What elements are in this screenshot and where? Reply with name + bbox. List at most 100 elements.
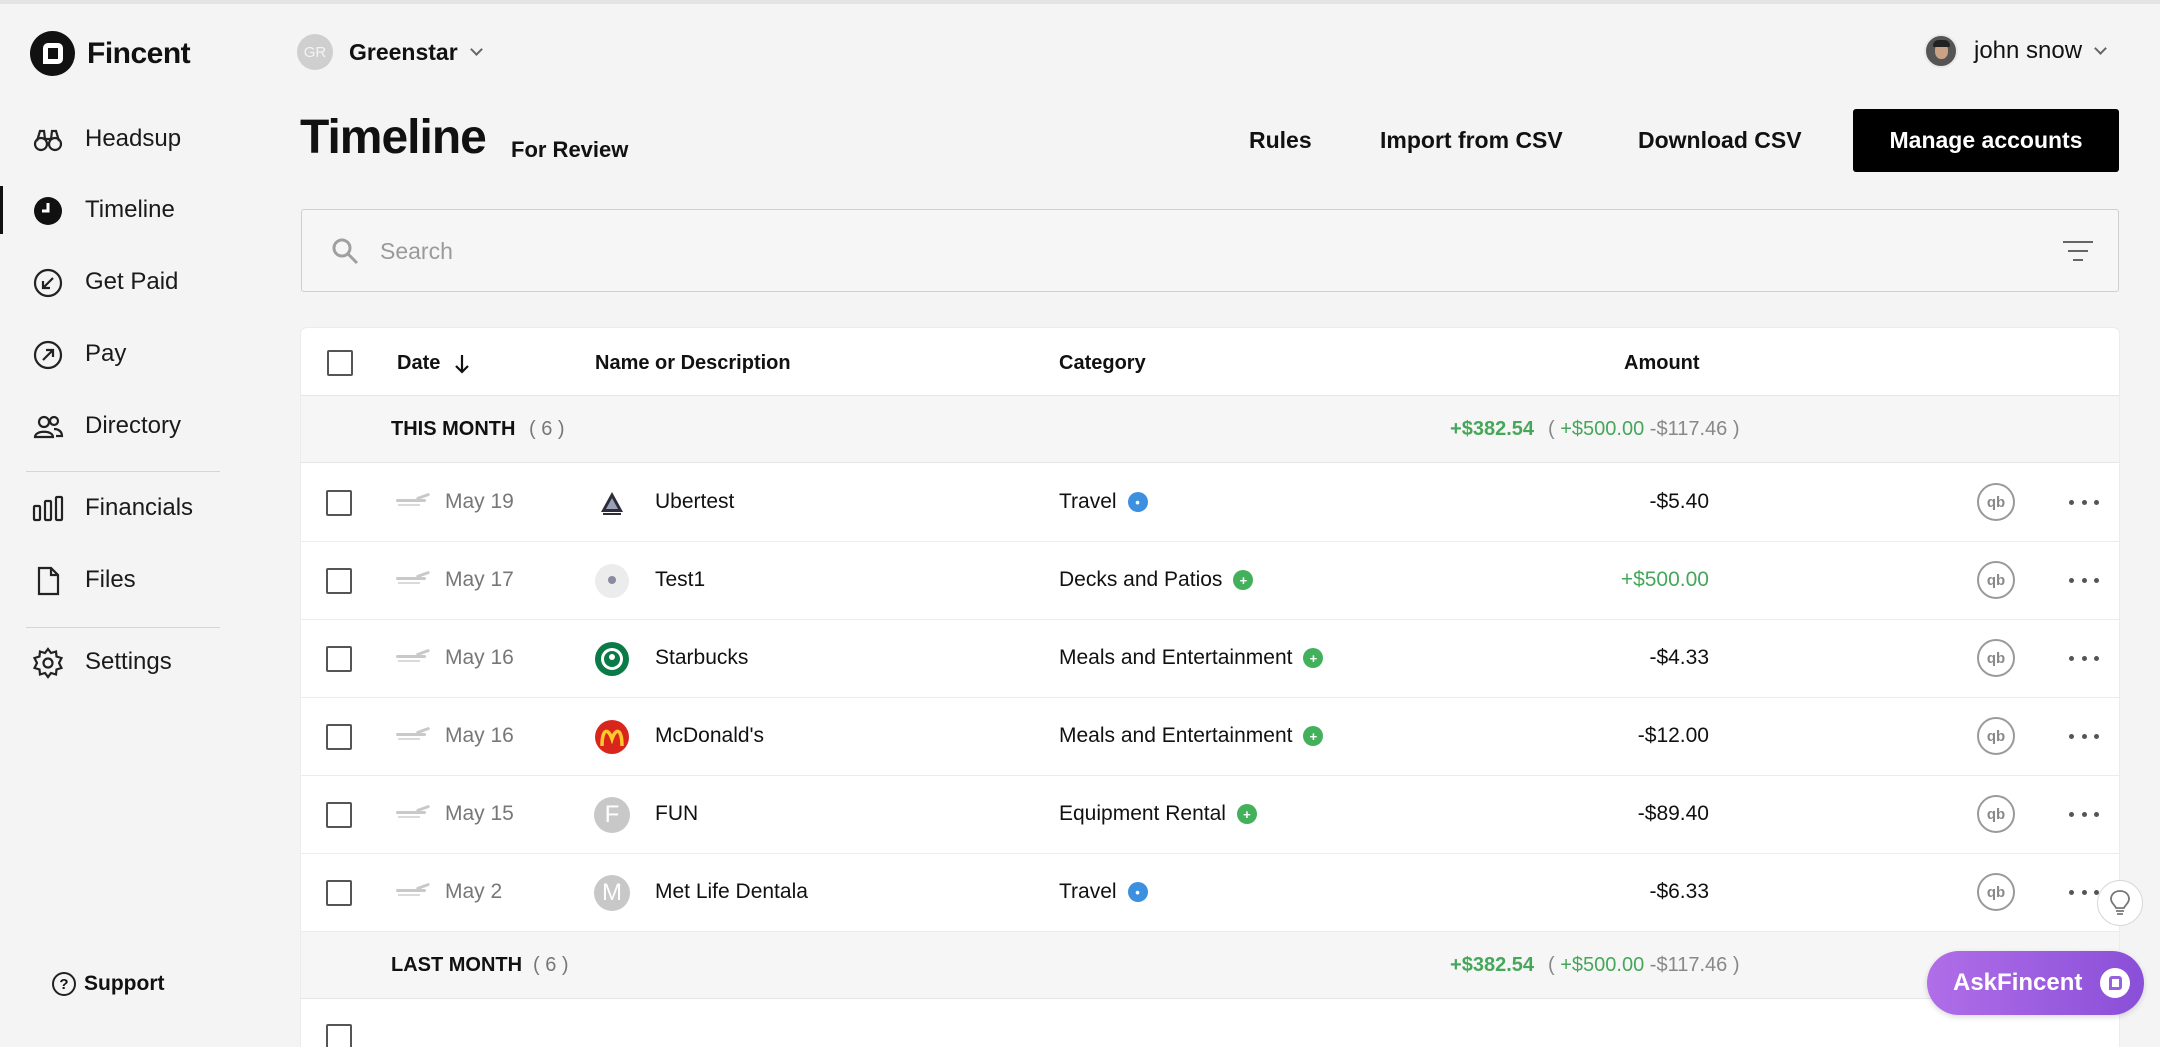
- row-amount: -$12.00: [1637, 724, 1709, 747]
- row-date: May 19: [445, 490, 514, 513]
- rules-button[interactable]: Rules: [1249, 110, 1312, 170]
- row-name: FUN: [655, 802, 699, 825]
- user-menu[interactable]: john snow: [1924, 34, 2107, 68]
- sidebar-item-label: Directory: [85, 412, 182, 439]
- more-options-icon[interactable]: [2069, 802, 2099, 826]
- bar-chart-icon: [32, 495, 64, 522]
- table-row[interactable]: May 16 Starbucks Meals and Entertainment…: [301, 620, 2119, 698]
- row-category[interactable]: Equipment Rental +: [1059, 802, 1257, 826]
- row-category[interactable]: Decks and Patios +: [1059, 568, 1254, 592]
- review-status-icon: •: [1127, 492, 1148, 512]
- sidebar-item-label: Pay: [85, 340, 127, 367]
- org-switcher[interactable]: GR Greenstar: [297, 34, 483, 70]
- more-options-icon[interactable]: [2069, 646, 2099, 670]
- table-row[interactable]: May 19 Ubertest Travel • -$5.40 qb: [301, 464, 2119, 542]
- row-date: May 17: [445, 568, 514, 591]
- date-header-label: Date: [397, 352, 441, 374]
- quickbooks-icon[interactable]: qb: [1977, 873, 2015, 911]
- sidebar-item-financials[interactable]: Financials: [0, 480, 260, 536]
- sidebar-item-pay[interactable]: Pay: [0, 326, 260, 382]
- search-input[interactable]: [380, 230, 1980, 272]
- quickbooks-icon[interactable]: qb: [1977, 483, 2015, 521]
- row-checkbox[interactable]: [326, 1024, 352, 1047]
- mcdonalds-logo-icon: [595, 720, 629, 754]
- select-all-checkbox[interactable]: [327, 350, 353, 376]
- page-title: Timeline: [300, 111, 487, 164]
- sidebar-item-label: Settings: [85, 648, 172, 675]
- table-row[interactable]: [301, 1000, 2119, 1047]
- starbucks-logo-icon: [595, 642, 629, 676]
- support-link[interactable]: ? Support: [52, 972, 164, 996]
- row-amount: -$6.33: [1649, 880, 1709, 903]
- name-column-header: Name or Description: [595, 352, 791, 374]
- table-row[interactable]: May 17 Test1 Decks and Patios + +$500.00 …: [301, 542, 2119, 620]
- search-bar: [301, 209, 2119, 292]
- import-csv-button[interactable]: Import from CSV: [1380, 110, 1563, 170]
- row-name: Starbucks: [655, 646, 749, 669]
- sidebar-item-files[interactable]: Files: [0, 552, 260, 608]
- row-amount: -$4.33: [1649, 646, 1709, 669]
- app-logo[interactable]: Fincent: [30, 31, 191, 76]
- row-category[interactable]: Meals and Entertainment +: [1059, 724, 1324, 748]
- sidebar-item-get-paid[interactable]: Get Paid: [0, 254, 260, 310]
- row-category[interactable]: Travel •: [1059, 490, 1148, 514]
- table-row[interactable]: May 2 M Met Life Dentala Travel • -$6.33 …: [301, 854, 2119, 932]
- sidebar-item-headsup[interactable]: Headsup: [0, 111, 260, 167]
- sidebar-divider: [26, 627, 220, 628]
- row-category[interactable]: Travel •: [1059, 880, 1148, 904]
- sidebar-item-timeline[interactable]: Timeline: [0, 182, 260, 238]
- group-amount-breakdown: ( +$500.00 -$117.46 ): [1548, 954, 1740, 976]
- category-column-header: Category: [1059, 352, 1146, 374]
- more-options-icon[interactable]: [2069, 568, 2099, 592]
- people-icon: [33, 415, 64, 439]
- row-checkbox[interactable]: [326, 568, 352, 594]
- more-options-icon[interactable]: [2069, 724, 2099, 748]
- row-category[interactable]: Meals and Entertainment +: [1059, 646, 1324, 670]
- row-name: Ubertest: [655, 490, 735, 513]
- sidebar-item-label: Timeline: [85, 196, 175, 223]
- search-icon: [332, 238, 359, 265]
- date-column-header[interactable]: Date: [397, 352, 470, 375]
- manage-accounts-button[interactable]: Manage accounts: [1853, 109, 2119, 172]
- row-checkbox[interactable]: [326, 490, 352, 516]
- row-checkbox[interactable]: [326, 724, 352, 750]
- merchant-initial-avatar: F: [594, 797, 630, 833]
- quickbooks-icon[interactable]: qb: [1977, 795, 2015, 833]
- quickbooks-icon[interactable]: qb: [1977, 561, 2015, 599]
- group-header-this-month[interactable]: THIS MONTH ( 6 ) +$382.54 ( +$500.00 -$1…: [301, 396, 2119, 463]
- review-status-icon: •: [1127, 882, 1148, 902]
- fincent-chat-icon: [2100, 968, 2130, 998]
- bank-logo-icon: [396, 492, 432, 509]
- more-options-icon[interactable]: [2069, 880, 2099, 904]
- sidebar-item-label: Financials: [85, 494, 194, 521]
- group-header-last-month[interactable]: LAST MONTH ( 6 ) +$382.54 ( +$500.00 -$1…: [301, 932, 2119, 999]
- sidebar-item-label: Get Paid: [85, 268, 179, 295]
- row-amount: -$89.40: [1637, 802, 1709, 825]
- row-checkbox[interactable]: [326, 802, 352, 828]
- tips-bulb-button[interactable]: [2097, 880, 2143, 926]
- row-amount: +$500.00: [1620, 568, 1709, 591]
- more-options-icon[interactable]: [2069, 490, 2099, 514]
- sidebar-item-settings[interactable]: Settings: [0, 634, 260, 690]
- download-csv-button[interactable]: Download CSV: [1638, 110, 1802, 170]
- ask-fincent-button[interactable]: AskFincent: [1927, 951, 2144, 1015]
- sidebar-item-label: Headsup: [85, 125, 182, 152]
- amount-column-header: Amount: [1624, 352, 1700, 374]
- bank-logo-icon: [396, 648, 432, 665]
- group-name: LAST MONTH: [391, 954, 523, 976]
- clock-icon: [34, 197, 62, 225]
- table-header: Date Name or Description Category Amount: [301, 328, 2119, 396]
- row-checkbox[interactable]: [326, 646, 352, 672]
- table-row[interactable]: May 15 F FUN Equipment Rental + -$89.40 q…: [301, 776, 2119, 854]
- sidebar-item-directory[interactable]: Directory: [0, 398, 260, 454]
- quickbooks-icon[interactable]: qb: [1977, 717, 2015, 755]
- row-checkbox[interactable]: [326, 880, 352, 906]
- filter-icon[interactable]: [2062, 237, 2094, 265]
- check-status-icon: +: [1233, 570, 1254, 590]
- triangle-logo-icon: [601, 492, 623, 515]
- quickbooks-icon[interactable]: qb: [1977, 639, 2015, 677]
- help-circle-icon: ?: [52, 972, 76, 996]
- table-row[interactable]: May 16 McDonald's Meals and Entertainmen…: [301, 698, 2119, 776]
- fincent-logo-icon: [30, 31, 75, 76]
- transactions-table: Date Name or Description Category Amount…: [301, 328, 2119, 1047]
